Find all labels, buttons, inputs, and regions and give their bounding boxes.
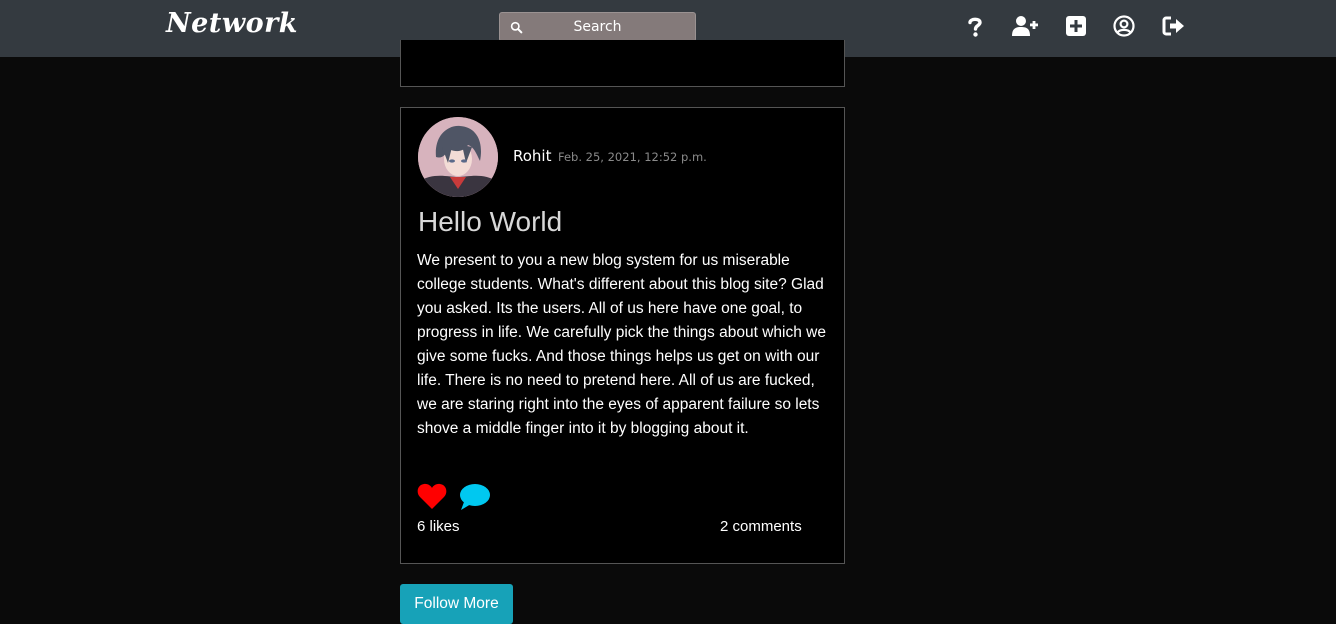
follow-more-button[interactable]: Follow More — [400, 584, 513, 624]
comment-icon[interactable] — [459, 483, 491, 511]
post-title: Hello World — [418, 206, 563, 237]
post-body: We present to you a new blog system for … — [417, 252, 826, 437]
search-button[interactable]: Search — [499, 12, 696, 42]
comments-count[interactable]: 2 comments — [720, 518, 802, 535]
post-timestamp: Feb. 25, 2021, 12:52 p.m. — [558, 150, 707, 164]
new-post-icon[interactable] — [1064, 14, 1088, 38]
heart-icon[interactable] — [417, 482, 447, 510]
post-card: Rohit Feb. 25, 2021, 12:52 p.m. Hello Wo… — [400, 107, 845, 564]
logout-icon[interactable] — [1162, 14, 1186, 38]
post-username[interactable]: Rohit — [513, 147, 551, 165]
likes-count: 6 likes — [417, 518, 460, 535]
search-label: Search — [573, 19, 622, 35]
avatar[interactable] — [418, 117, 498, 197]
add-user-icon[interactable] — [1011, 14, 1039, 38]
avatar-image — [418, 117, 498, 197]
brand-logo[interactable]: Network — [166, 8, 298, 39]
profile-icon[interactable] — [1112, 14, 1136, 38]
question-icon[interactable] — [963, 14, 987, 38]
previous-post-card — [400, 40, 845, 87]
